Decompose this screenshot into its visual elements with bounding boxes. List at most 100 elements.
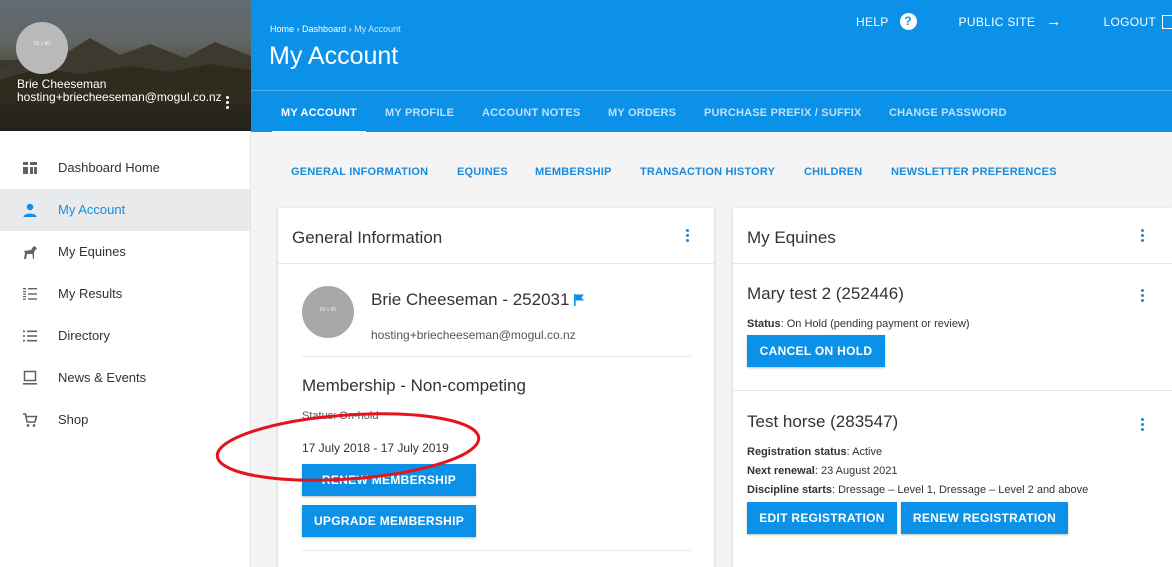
public-site-label: PUBLIC SITE bbox=[958, 14, 1036, 29]
edit-registration-button[interactable]: EDIT REGISTRATION bbox=[747, 502, 897, 534]
sidebar-item-my-account[interactable]: My Account bbox=[0, 189, 250, 231]
tab-my-profile[interactable]: MY PROFILE bbox=[385, 91, 454, 133]
sidebar-item-label: My Account bbox=[58, 202, 126, 217]
subtab-general-information[interactable]: GENERAL INFORMATION bbox=[291, 166, 428, 178]
sidebar-item-label: Shop bbox=[58, 412, 89, 427]
help-icon: ? bbox=[899, 13, 917, 30]
sidebar-item-my-results[interactable]: My Results bbox=[0, 273, 250, 315]
equine-status: Status: On Hold (pending payment or revi… bbox=[747, 318, 970, 330]
tab-change-password[interactable]: CHANGE PASSWORD bbox=[889, 91, 1007, 133]
registration-status: Registration status: Active bbox=[747, 446, 882, 458]
membership-title: Membership - Non-competing bbox=[302, 376, 526, 395]
profile-menu-icon[interactable] bbox=[224, 96, 230, 114]
more-options-icon[interactable] bbox=[1138, 418, 1146, 434]
avatar[interactable]: 80 x 80 bbox=[302, 286, 354, 338]
divider bbox=[733, 390, 1172, 391]
status-value: : On Hold (pending payment or review) bbox=[780, 318, 970, 330]
sidebar-item-dashboard-home[interactable]: Dashboard Home bbox=[0, 147, 250, 189]
breadcrumb-dashboard-link[interactable]: Dashboard bbox=[302, 24, 346, 34]
membership-dates: 17 July 2018 - 17 July 2019 bbox=[302, 441, 449, 455]
person-icon bbox=[23, 203, 37, 217]
upgrade-membership-button[interactable]: UPGRADE MEMBERSHIP bbox=[302, 505, 476, 537]
membership-status: Status: On-hold bbox=[302, 410, 379, 422]
sidebar-item-label: Dashboard Home bbox=[58, 160, 160, 175]
sidebar-item-label: Directory bbox=[58, 328, 111, 343]
breadcrumb-home-link[interactable]: Home bbox=[270, 24, 294, 34]
member-email: hosting+briecheeseman@mogul.co.nz bbox=[371, 328, 576, 342]
renew-membership-button[interactable]: RENEW MEMBERSHIP bbox=[302, 464, 476, 496]
subtab-membership[interactable]: MEMBERSHIP bbox=[535, 166, 612, 178]
equine-name: Test horse (283547) bbox=[747, 412, 899, 431]
sidebar-item-directory[interactable]: Directory bbox=[0, 315, 250, 357]
registration-status-label: Registration status bbox=[747, 446, 847, 458]
arrow-right-icon: → bbox=[1046, 12, 1062, 30]
tab-account-notes[interactable]: ACCOUNT NOTES bbox=[482, 91, 581, 133]
logout-icon bbox=[1162, 14, 1172, 29]
avatar-placeholder-text: 80 x 80 bbox=[33, 41, 51, 47]
horse-icon bbox=[24, 246, 37, 259]
registration-status-value: : Active bbox=[846, 446, 883, 458]
card-header: General Information bbox=[278, 208, 714, 264]
flag-icon bbox=[574, 294, 585, 306]
sidebar-item-label: My Equines bbox=[58, 244, 126, 259]
general-information-card: General Information 80 x 80 Brie Cheesem… bbox=[278, 208, 714, 567]
directory-list-icon bbox=[23, 330, 37, 342]
my-equines-card: My Equines Mary test 2 (252446) Status: … bbox=[733, 208, 1172, 567]
header-links: HELP ? PUBLIC SITE → LOGOUT bbox=[814, 13, 1172, 30]
divider bbox=[302, 356, 691, 357]
card-title: General Information bbox=[292, 228, 443, 247]
sidebar-nav: Dashboard Home My Account My Equines My … bbox=[0, 147, 250, 441]
sidebar-item-label: News & Events bbox=[58, 370, 147, 385]
results-list-icon bbox=[23, 288, 37, 300]
sidebar-item-my-equines[interactable]: My Equines bbox=[0, 231, 250, 273]
monitor-icon bbox=[23, 370, 37, 385]
status-label: Status bbox=[747, 318, 781, 330]
cancel-on-hold-button[interactable]: CANCEL ON HOLD bbox=[747, 335, 885, 367]
subtab-equines[interactable]: EQUINES bbox=[457, 166, 508, 178]
discipline-starts-label: Discipline starts bbox=[747, 484, 832, 496]
dashboard-icon bbox=[23, 162, 37, 174]
breadcrumb-separator: › bbox=[296, 24, 300, 34]
account-tabs: MY ACCOUNT MY PROFILE ACCOUNT NOTES MY O… bbox=[251, 90, 1172, 133]
avatar[interactable]: 80 x 80 bbox=[16, 22, 68, 74]
user-email: hosting+briecheeseman@mogul.co.nz bbox=[17, 90, 222, 104]
card-header: My Equines bbox=[733, 208, 1172, 264]
subtab-newsletter-preferences[interactable]: NEWSLETTER PREFERENCES bbox=[891, 166, 1057, 178]
subtab-children[interactable]: CHILDREN bbox=[804, 166, 862, 178]
discipline-starts: Discipline starts: Dressage – Level 1, D… bbox=[747, 484, 1088, 496]
help-link[interactable]: HELP ? bbox=[856, 13, 917, 30]
breadcrumb-current: My Account bbox=[354, 24, 401, 34]
breadcrumb-separator: › bbox=[348, 24, 352, 34]
more-options-icon[interactable] bbox=[1138, 229, 1146, 245]
help-label: HELP bbox=[855, 14, 889, 29]
next-renewal: Next renewal: 23 August 2021 bbox=[747, 465, 897, 477]
card-title: My Equines bbox=[747, 228, 836, 247]
divider bbox=[302, 550, 691, 551]
more-options-icon[interactable] bbox=[683, 229, 691, 245]
logout-label: LOGOUT bbox=[1103, 14, 1156, 29]
sidebar-profile-banner: 80 x 80 Brie Cheeseman hosting+briechees… bbox=[0, 0, 251, 131]
subtab-transaction-history[interactable]: TRANSACTION HISTORY bbox=[640, 166, 775, 178]
page-title: My Account bbox=[269, 42, 399, 70]
user-name: Brie Cheeseman bbox=[17, 77, 107, 91]
tab-my-account[interactable]: MY ACCOUNT bbox=[272, 91, 366, 133]
breadcrumb: Home › Dashboard › My Account bbox=[270, 24, 401, 34]
sidebar-item-label: My Results bbox=[58, 286, 123, 301]
more-options-icon[interactable] bbox=[1138, 289, 1146, 305]
avatar-placeholder-text: 80 x 80 bbox=[319, 307, 337, 313]
sidebar-item-shop[interactable]: Shop bbox=[0, 399, 250, 441]
renew-registration-button[interactable]: RENEW REGISTRATION bbox=[901, 502, 1068, 534]
main-content: GENERAL INFORMATION EQUINES MEMBERSHIP T… bbox=[251, 132, 1172, 567]
discipline-starts-value: : Dressage – Level 1, Dressage – Level 2… bbox=[831, 484, 1089, 496]
member-name-text: Brie Cheeseman - 252031 bbox=[371, 290, 570, 309]
logout-link[interactable]: LOGOUT bbox=[1103, 14, 1172, 29]
tab-purchase-prefix-suffix[interactable]: PURCHASE PREFIX / SUFFIX bbox=[704, 91, 862, 133]
public-site-link[interactable]: PUBLIC SITE → bbox=[958, 12, 1062, 30]
cart-icon bbox=[23, 413, 38, 427]
tab-my-orders[interactable]: MY ORDERS bbox=[608, 91, 676, 133]
sidebar: 80 x 80 Brie Cheeseman hosting+briechees… bbox=[0, 0, 251, 567]
member-name: Brie Cheeseman - 252031 bbox=[371, 290, 585, 310]
equine-name: Mary test 2 (252446) bbox=[747, 284, 904, 303]
next-renewal-label: Next renewal bbox=[747, 465, 815, 477]
sidebar-item-news-events[interactable]: News & Events bbox=[0, 357, 250, 399]
